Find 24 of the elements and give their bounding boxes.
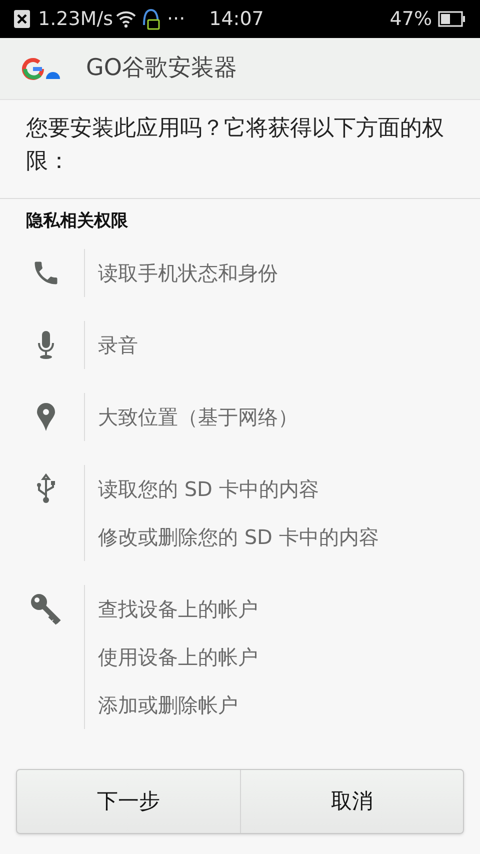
- clock: 14:07: [209, 6, 264, 32]
- permission-item: 修改或删除您的 SD 卡中的内容: [98, 524, 379, 550]
- permission-item: 添加或删除帐户: [98, 692, 239, 718]
- network-speed: 1.23M/s: [38, 6, 113, 32]
- permission-item: 录音: [98, 332, 138, 358]
- cancel-button[interactable]: 取消: [240, 770, 463, 833]
- sim-error-icon: [14, 10, 30, 28]
- permission-item: 读取手机状态和身份: [98, 260, 278, 286]
- app-logo-icon: [22, 56, 62, 80]
- key-icon: [29, 592, 63, 626]
- app-title: GO谷歌安装器: [86, 54, 237, 84]
- wifi-icon: [115, 10, 137, 28]
- battery-icon: [438, 11, 466, 27]
- permission-item: 查找设备上的帐户: [98, 596, 258, 622]
- location-pin-icon: [35, 402, 57, 432]
- usb-icon: [35, 472, 57, 504]
- install-question: 您要安装此应用吗？它将获得以下方面的权限：: [0, 100, 480, 199]
- section-title: 隐私相关权限: [25, 210, 129, 233]
- more-notifications: ···: [167, 6, 186, 32]
- battery-percent: 47%: [390, 6, 432, 32]
- next-button[interactable]: 下一步: [17, 770, 240, 833]
- permission-item: 读取您的 SD 卡中的内容: [98, 476, 320, 502]
- permission-item: 使用设备上的帐户: [98, 644, 258, 670]
- permission-item: 大致位置（基于网络）: [98, 404, 298, 430]
